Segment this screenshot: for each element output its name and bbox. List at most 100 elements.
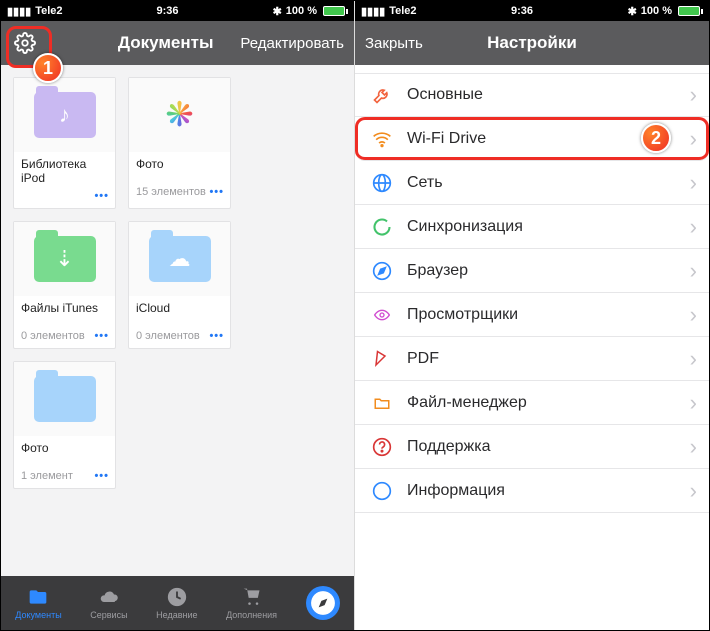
signal-icon: ▮▮▮▮ bbox=[361, 5, 385, 18]
settings-row-label: Информация bbox=[407, 482, 690, 500]
settings-row-wrench[interactable]: Основные› bbox=[355, 73, 709, 117]
tab-Документы[interactable]: Документы bbox=[15, 586, 61, 620]
time-label: 9:36 bbox=[511, 5, 533, 17]
doc-meta: 0 элементов bbox=[136, 330, 200, 342]
doc-thumb bbox=[14, 362, 115, 436]
wifi-icon bbox=[369, 129, 395, 149]
settings-row-label: Браузер bbox=[407, 262, 690, 280]
settings-row-label: Сеть bbox=[407, 174, 690, 192]
folder-icon: ☁ bbox=[149, 236, 211, 282]
photos-icon: ❋ bbox=[158, 93, 202, 137]
settings-row-wifi[interactable]: Wi-Fi Drive›2 bbox=[355, 117, 709, 161]
settings-row-label: Файл-менеджер bbox=[407, 394, 690, 412]
doc-thumb: ♪ bbox=[14, 78, 115, 152]
chevron-right-icon: › bbox=[690, 214, 697, 240]
cart-icon bbox=[239, 586, 265, 608]
more-button[interactable]: ••• bbox=[209, 330, 224, 342]
doc-meta: 1 элемент bbox=[21, 470, 73, 482]
battery-icon bbox=[678, 6, 703, 16]
doc-card[interactable]: ⇣ Файлы iTunes 0 элементов ••• bbox=[13, 221, 116, 349]
phone-documents: ▮▮▮▮ Tele2 9:36 ✱ 100 % bbox=[1, 1, 355, 630]
settings-row-label: Основные bbox=[407, 86, 690, 104]
page-title: Документы bbox=[91, 33, 240, 53]
eye-icon bbox=[369, 307, 395, 323]
battery-label: 100 % bbox=[286, 5, 317, 17]
chevron-right-icon: › bbox=[690, 126, 697, 152]
info-icon bbox=[369, 481, 395, 501]
wrench-icon bbox=[369, 85, 395, 105]
cloud-icon bbox=[96, 586, 122, 608]
settings-row-label: Wi-Fi Drive bbox=[407, 130, 690, 148]
nav-bar: Закрыть Настройки bbox=[355, 21, 709, 65]
settings-row-folder[interactable]: Файл-менеджер› bbox=[355, 381, 709, 425]
phone-settings: ▮▮▮▮ Tele2 9:36 ✱ 100 % Закрыть Настройк… bbox=[355, 1, 709, 630]
settings-row-help[interactable]: Поддержка› bbox=[355, 425, 709, 469]
battery-icon bbox=[323, 6, 348, 16]
sync-icon bbox=[369, 217, 395, 237]
doc-meta: 0 элементов bbox=[21, 330, 85, 342]
doc-title: Файлы iTunes bbox=[14, 296, 115, 328]
more-button[interactable]: ••• bbox=[209, 186, 224, 198]
tab-label: Документы bbox=[15, 610, 61, 620]
tab-bar: Документы Сервисы Недавние Дополнения bbox=[1, 576, 354, 630]
chevron-right-icon: › bbox=[690, 170, 697, 196]
nav-bar: Документы Редактировать bbox=[1, 21, 354, 65]
doc-thumb: ☁ bbox=[129, 222, 230, 296]
doc-title: iCloud bbox=[129, 296, 230, 328]
folder-icon bbox=[369, 394, 395, 412]
bluetooth-icon: ✱ bbox=[273, 5, 282, 18]
pdf-icon bbox=[369, 349, 395, 369]
settings-row-eye[interactable]: Просмотрщики› bbox=[355, 293, 709, 337]
settings-row-compass[interactable]: Браузер› bbox=[355, 249, 709, 293]
doc-title: Библиотека iPod bbox=[14, 152, 115, 188]
close-button[interactable]: Закрыть bbox=[365, 35, 445, 52]
more-button[interactable]: ••• bbox=[94, 330, 109, 342]
status-bar: ▮▮▮▮ Tele2 9:36 ✱ 100 % bbox=[1, 1, 354, 21]
doc-title: Фото bbox=[14, 436, 115, 468]
chevron-right-icon: › bbox=[690, 82, 697, 108]
folder-icon bbox=[25, 586, 51, 608]
status-bar: ▮▮▮▮ Tele2 9:36 ✱ 100 % bbox=[355, 1, 709, 21]
tab-Дополнения[interactable]: Дополнения bbox=[226, 586, 277, 620]
doc-thumb: ❋ bbox=[129, 78, 230, 152]
chevron-right-icon: › bbox=[690, 302, 697, 328]
settings-row-label: Синхронизация bbox=[407, 218, 690, 236]
settings-button[interactable] bbox=[11, 29, 39, 57]
more-button[interactable]: ••• bbox=[94, 470, 109, 482]
carrier-label: Tele2 bbox=[35, 5, 62, 17]
more-button[interactable]: ••• bbox=[94, 190, 109, 202]
doc-card[interactable]: Фото 1 элемент ••• bbox=[13, 361, 116, 489]
compass-icon bbox=[310, 592, 336, 614]
globe-icon bbox=[369, 173, 395, 193]
doc-card[interactable]: ❋ Фото 15 элементов••• bbox=[128, 77, 231, 209]
tab-label: Недавние bbox=[156, 610, 197, 620]
folder-icon: ⇣ bbox=[34, 236, 96, 282]
folder-icon bbox=[34, 376, 96, 422]
settings-row-sync[interactable]: Синхронизация› bbox=[355, 205, 709, 249]
tab-label: Дополнения bbox=[226, 610, 277, 620]
doc-thumb: ⇣ bbox=[14, 222, 115, 296]
doc-meta: 15 элементов bbox=[136, 186, 206, 198]
chevron-right-icon: › bbox=[690, 478, 697, 504]
compass-icon bbox=[369, 261, 395, 281]
settings-row-globe[interactable]: Сеть› bbox=[355, 161, 709, 205]
tab-compass[interactable] bbox=[306, 586, 340, 620]
settings-list: Основные›Wi-Fi Drive›2Сеть›Синхронизация… bbox=[355, 65, 709, 630]
settings-row-pdf[interactable]: PDF› bbox=[355, 337, 709, 381]
tab-label: Сервисы bbox=[90, 610, 127, 620]
tab-Недавние[interactable]: Недавние bbox=[156, 586, 197, 620]
clock-icon bbox=[164, 586, 190, 608]
signal-icon: ▮▮▮▮ bbox=[7, 5, 31, 18]
chevron-right-icon: › bbox=[690, 346, 697, 372]
tab-Сервисы[interactable]: Сервисы bbox=[90, 586, 127, 620]
settings-row-label: Поддержка bbox=[407, 438, 690, 456]
chevron-right-icon: › bbox=[690, 390, 697, 416]
page-title: Настройки bbox=[445, 33, 619, 53]
doc-card[interactable]: ☁ iCloud 0 элементов ••• bbox=[128, 221, 231, 349]
doc-title: Фото bbox=[129, 152, 230, 184]
settings-row-info[interactable]: Информация› bbox=[355, 469, 709, 513]
doc-card[interactable]: ♪Библиотека iPod ••• bbox=[13, 77, 116, 209]
carrier-label: Tele2 bbox=[389, 5, 416, 17]
chevron-right-icon: › bbox=[690, 434, 697, 460]
edit-button[interactable]: Редактировать bbox=[240, 35, 344, 52]
